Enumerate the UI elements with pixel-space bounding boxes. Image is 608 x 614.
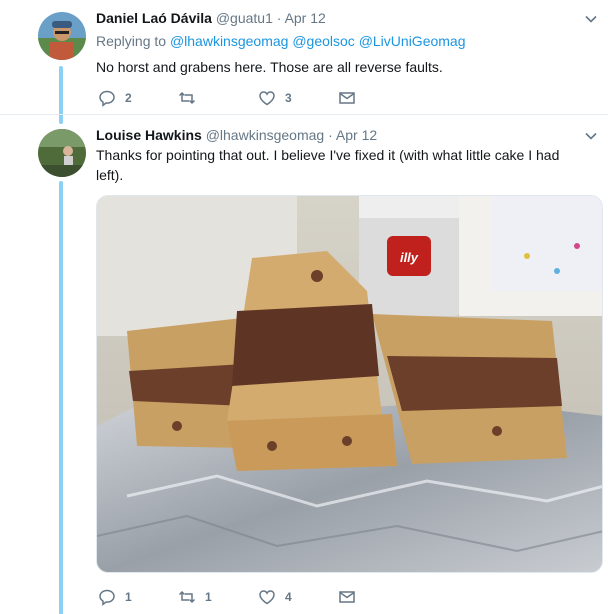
handle[interactable]: @lhawkinsgeomag bbox=[206, 127, 325, 143]
reply-icon bbox=[99, 589, 115, 606]
chevron-down-icon[interactable] bbox=[584, 12, 598, 26]
tweet-header: Louise Hawkins @lhawkinsgeomag · Apr 12 bbox=[96, 125, 377, 145]
reply-count: 1 bbox=[125, 590, 132, 604]
mug-logo-text: illy bbox=[400, 250, 419, 265]
mention-link[interactable]: @lhawkinsgeomag bbox=[170, 33, 289, 49]
timestamp[interactable]: Apr 12 bbox=[336, 127, 377, 143]
timestamp[interactable]: Apr 12 bbox=[285, 10, 326, 26]
avatar-image bbox=[38, 129, 86, 177]
reply-button[interactable]: 2 bbox=[98, 87, 132, 109]
replying-label: Replying to bbox=[96, 33, 167, 49]
mention-link[interactable]: @geolsoc bbox=[292, 33, 354, 49]
like-count: 4 bbox=[285, 590, 292, 604]
fullname[interactable]: Louise Hawkins bbox=[96, 127, 202, 143]
tweet[interactable]: Louise Hawkins @lhawkinsgeomag · Apr 12 … bbox=[0, 114, 608, 614]
handle[interactable]: @guatu1 bbox=[216, 10, 273, 26]
chevron-down-icon[interactable] bbox=[584, 129, 598, 143]
tweet-text: Thanks for pointing that out. I believe … bbox=[96, 147, 560, 183]
dm-button[interactable] bbox=[338, 87, 356, 109]
replying-to: Replying to @lhawkinsgeomag @geolsoc @Li… bbox=[96, 33, 466, 49]
reply-icon bbox=[99, 90, 115, 107]
retweet-count: 1 bbox=[205, 590, 212, 604]
like-count: 3 bbox=[285, 91, 292, 105]
tweet-text: No horst and grabens here. Those are all… bbox=[96, 59, 443, 75]
retweet-button[interactable] bbox=[178, 87, 205, 109]
thread-line bbox=[59, 181, 63, 614]
dm-icon bbox=[339, 591, 355, 603]
tweet[interactable]: Daniel Laó Dávila @guatu1 · Apr 12 Reply… bbox=[0, 0, 608, 124]
avatar[interactable] bbox=[38, 12, 86, 60]
reply-button[interactable]: 1 bbox=[98, 586, 132, 608]
mention-link[interactable]: @LivUniGeomag bbox=[359, 33, 466, 49]
like-icon bbox=[259, 590, 275, 605]
retweet-button[interactable]: 1 bbox=[178, 586, 212, 608]
dm-button[interactable] bbox=[338, 586, 356, 608]
like-icon bbox=[259, 91, 275, 106]
like-button[interactable]: 4 bbox=[258, 586, 292, 608]
like-button[interactable]: 3 bbox=[258, 87, 292, 109]
dm-icon bbox=[339, 92, 355, 104]
retweet-icon bbox=[178, 590, 196, 604]
cake-photo: illy bbox=[97, 196, 602, 572]
separator: · bbox=[328, 127, 333, 143]
tweet-header: Daniel Laó Dávila @guatu1 · Apr 12 bbox=[96, 8, 326, 28]
avatar-image bbox=[38, 12, 86, 60]
fullname[interactable]: Daniel Laó Dávila bbox=[96, 10, 212, 26]
retweet-icon bbox=[178, 91, 196, 105]
tweet-photo[interactable]: illy bbox=[96, 195, 603, 573]
separator: · bbox=[276, 10, 282, 26]
avatar[interactable] bbox=[38, 129, 86, 177]
reply-count: 2 bbox=[125, 91, 132, 105]
